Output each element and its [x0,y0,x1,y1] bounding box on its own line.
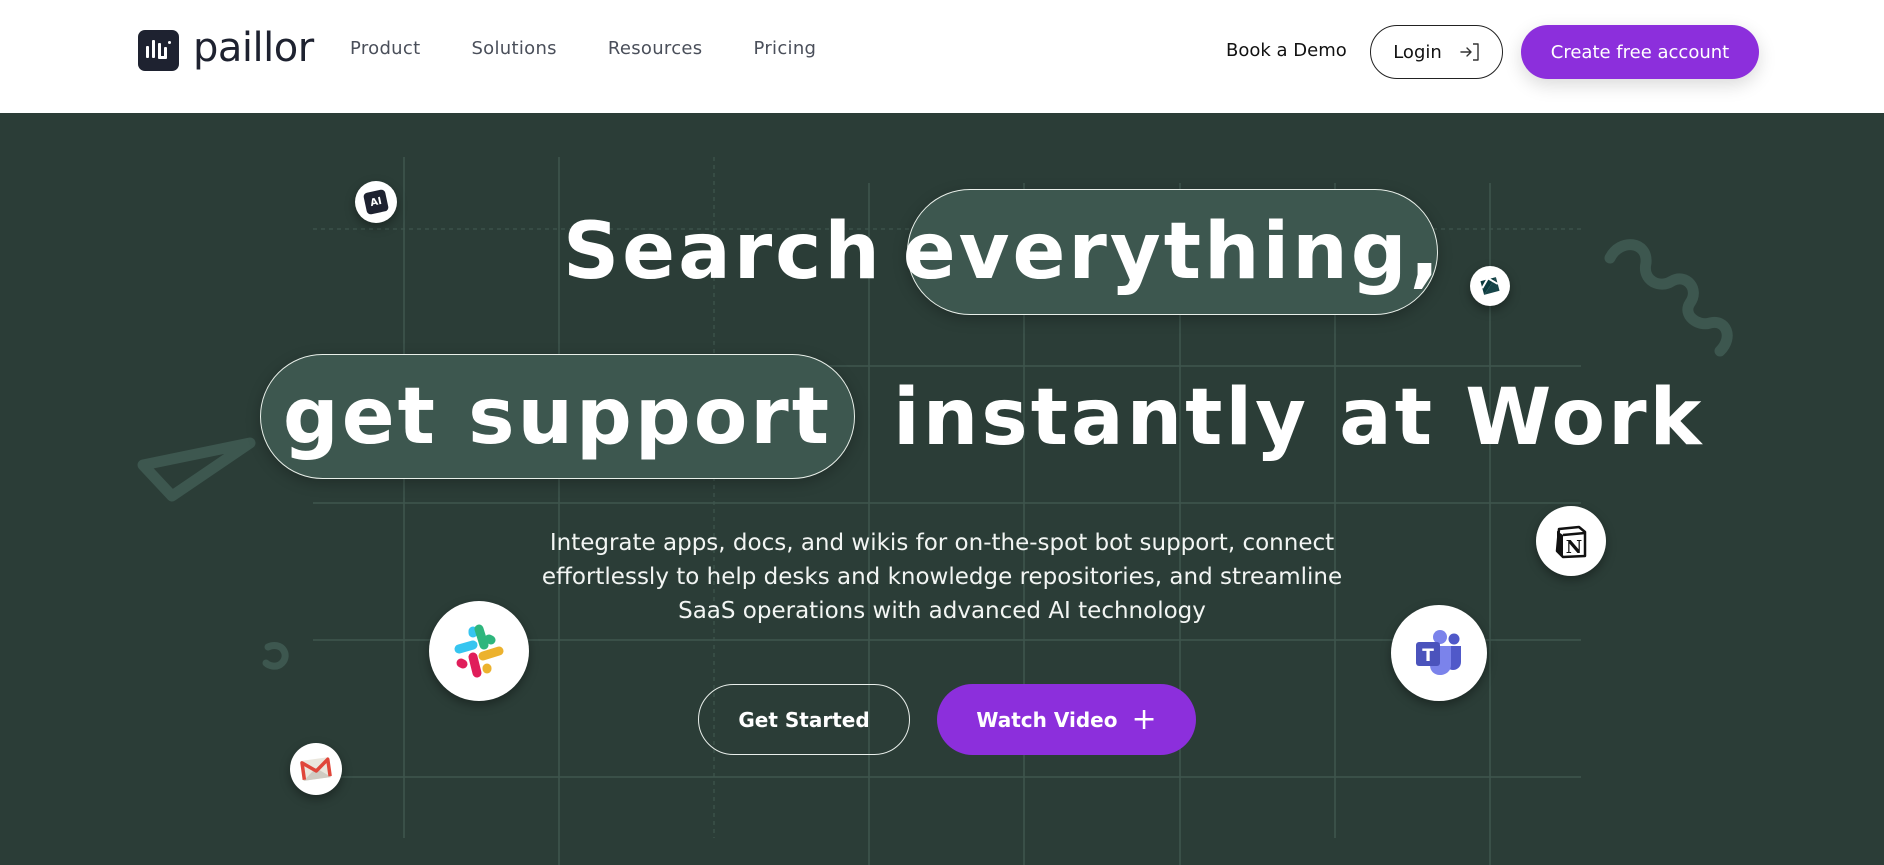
nav-item-solutions[interactable]: Solutions [471,38,556,59]
headline-pill-get-support: get support [260,354,855,479]
watch-video-label: Watch Video [976,707,1118,732]
create-free-account-button[interactable]: Create free account [1521,25,1759,79]
subtitle-line: SaaS operations with advanced AI technol… [678,598,1206,624]
subtitle-line: effortlessly to help desks and knowledge… [541,564,1343,590]
svg-text:T: T [1422,646,1434,666]
gmail-icon [290,743,342,795]
login-button[interactable]: Login [1370,25,1503,79]
brand-logo[interactable]: paillor [138,24,314,71]
hero-subtitle: Integrate apps, docs, and wikis for on-t… [492,526,1392,628]
squiggle-decoration [1604,239,1733,357]
slack-icon [429,601,529,701]
zendesk-icon [1470,266,1510,306]
brand-name: paillor [193,24,314,71]
nav-item-pricing[interactable]: Pricing [753,38,816,59]
ai-icon: AI [355,181,397,223]
svg-text:N: N [1566,537,1582,558]
sign-in-icon [1460,43,1480,61]
logo-icon [138,30,179,71]
headline-instantly-at-work: instantly at Work [893,373,1705,463]
microsoft-teams-icon: T [1391,605,1487,701]
headline-search: Search [563,207,883,297]
nav-item-resources[interactable]: Resources [608,38,703,59]
headline-pill-everything: everything, [903,189,1439,315]
paper-plane-decoration [137,437,256,502]
login-label: Login [1393,41,1442,63]
watch-video-button[interactable]: Watch Video + [937,684,1196,755]
nav-item-product[interactable]: Product [350,38,420,59]
plus-icon: + [1131,701,1157,737]
subtitle-line: Integrate apps, docs, and wikis for on-t… [549,530,1335,556]
get-started-button[interactable]: Get Started [698,684,910,755]
top-navbar: paillor Product Solutions Resources Pric… [0,0,1884,113]
hook-decoration [262,642,289,670]
book-demo-link[interactable]: Book a Demo [1226,40,1347,61]
hero-section: Search everything, get support instantly… [0,113,1884,865]
main-nav: Product Solutions Resources Pricing [350,38,867,59]
notion-icon: N [1536,506,1606,576]
